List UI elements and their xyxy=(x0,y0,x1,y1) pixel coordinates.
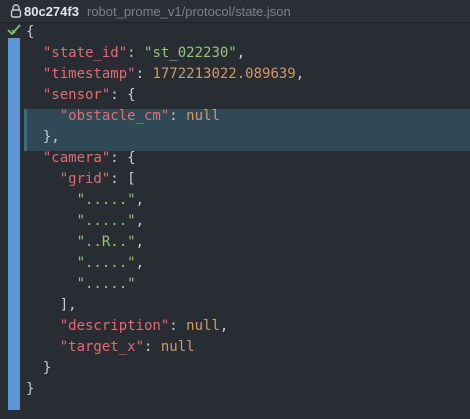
json-string: "st_022230" xyxy=(144,45,237,61)
code-line: } xyxy=(26,379,304,400)
commit-hash[interactable]: 80c274f3 xyxy=(24,4,79,19)
code-line: "target_x": null xyxy=(59,339,195,355)
code-line: ".....", xyxy=(76,192,145,208)
code-line: "grid": [ xyxy=(59,171,136,187)
json-null: null xyxy=(186,318,220,334)
code-line: }, xyxy=(42,129,60,145)
json-null: null xyxy=(160,339,195,355)
code-line: } xyxy=(42,360,52,376)
code-editor[interactable]: { "state_id": "st_022230", "timestamp": … xyxy=(0,22,470,419)
brace: { xyxy=(26,24,35,40)
code-content[interactable]: { "state_id": "st_022230", "timestamp": … xyxy=(26,22,304,400)
code-line: ".....", xyxy=(76,255,145,271)
code-line: "....." xyxy=(26,274,304,295)
code-line: ".....", xyxy=(76,213,145,229)
grid-row: "..R.." xyxy=(76,234,136,250)
grid-row: "....." xyxy=(76,213,136,229)
json-key: "description" xyxy=(59,318,170,334)
json-key: "grid" xyxy=(59,171,111,187)
code-line: { xyxy=(26,22,304,43)
json-key: "obstacle_cm" xyxy=(59,108,170,124)
code-line: "timestamp": 1772213022.089639, xyxy=(42,66,305,82)
checkmark-icon xyxy=(6,22,22,38)
grid-row: "....." xyxy=(76,255,136,271)
git-change-indicator xyxy=(8,38,20,410)
json-key: "sensor" xyxy=(42,87,111,103)
code-line: ], xyxy=(59,297,77,313)
title-bar: 80c274f3 robot_prome_v1/protocol/state.j… xyxy=(0,0,470,23)
json-number: 1772213022.089639 xyxy=(152,66,296,82)
code-line: "state_id": "st_022230", xyxy=(42,45,246,61)
code-line: "camera": { xyxy=(42,150,136,166)
grid-row: "....." xyxy=(76,192,136,208)
file-path[interactable]: robot_prome_v1/protocol/state.json xyxy=(87,4,291,19)
code-line: "sensor": { xyxy=(42,87,136,103)
grid-row: "....." xyxy=(76,276,136,292)
json-key: "target_x" xyxy=(59,339,145,355)
code-line: "obstacle_cm": null xyxy=(59,108,220,124)
json-null: null xyxy=(186,108,220,124)
json-key: "state_id" xyxy=(42,45,128,61)
code-line: "..R..", xyxy=(76,234,145,250)
lock-icon xyxy=(10,4,22,18)
code-line: "description": null, xyxy=(59,318,229,334)
brace: } xyxy=(26,381,35,397)
json-key: "camera" xyxy=(42,150,111,166)
json-key: "timestamp" xyxy=(42,66,136,82)
